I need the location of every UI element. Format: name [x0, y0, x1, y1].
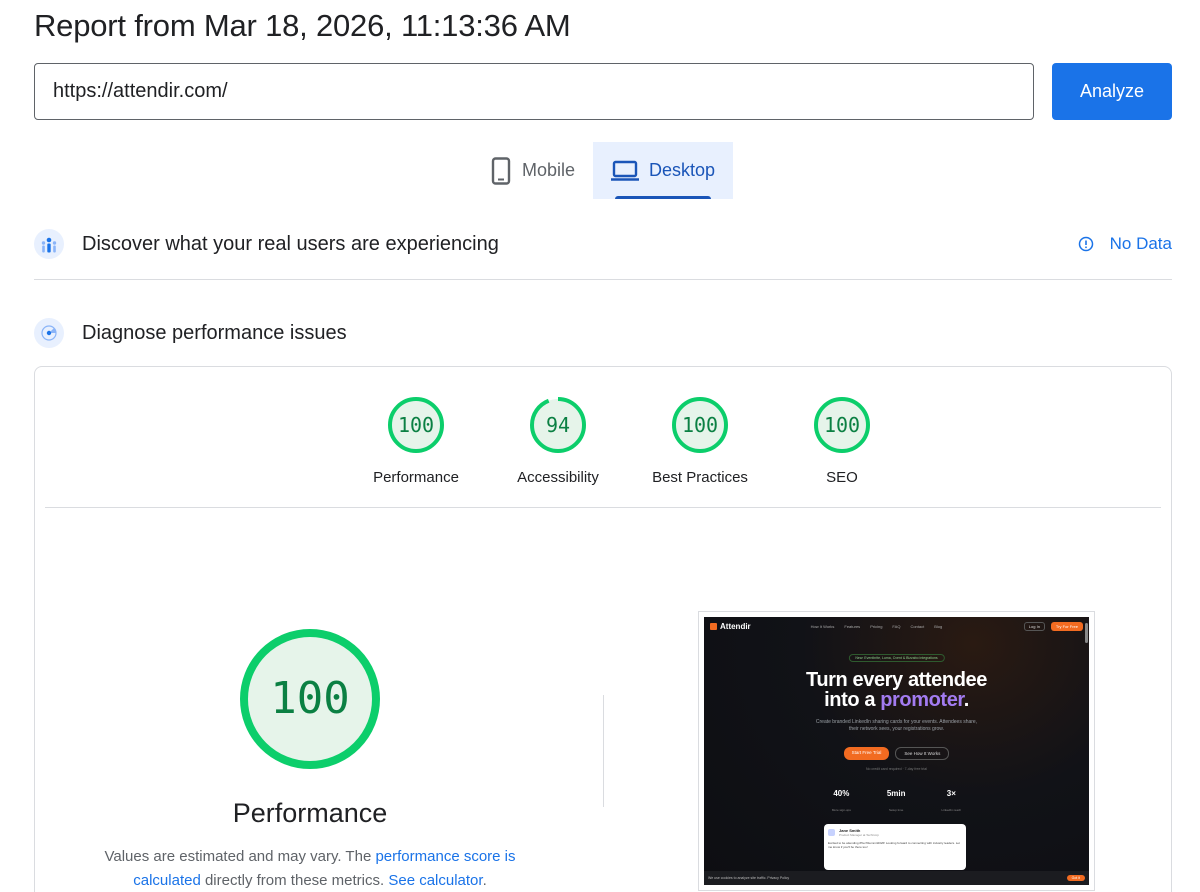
shot-stat: 3× LinkedIn reach	[942, 789, 962, 816]
shot-headline: Turn every attendee into a promoter.	[704, 670, 1089, 710]
lighthouse-icon	[34, 318, 64, 348]
shot-stat-label: LinkedIn reach	[941, 808, 962, 812]
gauge-best-practices-label: Best Practices	[652, 469, 748, 486]
gauge-best-practices-score: 100	[682, 413, 718, 437]
users-chart-icon	[34, 229, 64, 259]
gauge-accessibility-score: 94	[546, 413, 570, 437]
shot-login: Log In	[1023, 621, 1045, 631]
gauge-best-practices[interactable]: 100 Best Practices	[629, 395, 771, 486]
shot-try: Try For Free	[1050, 621, 1083, 631]
shot-post-text: Excited to be attending #TechSummit2026!…	[828, 841, 960, 849]
gauge-seo-score: 100	[824, 413, 860, 437]
tab-desktop[interactable]: Desktop	[593, 142, 734, 199]
shot-headline-b: .	[963, 689, 970, 711]
see-calculator-link[interactable]: See calculator	[388, 872, 482, 889]
shot-navlinks: How It Works Features Pricing FAQ Contac…	[811, 624, 943, 629]
shot-stat-value: 40%	[833, 789, 850, 798]
performance-description: Values are estimated and may vary. The p…	[100, 845, 520, 892]
gauge-best-practices-ring: 100	[672, 397, 728, 453]
shot-headline-line2: into a promoter.	[704, 690, 1089, 710]
shot-scrollbar	[1085, 623, 1088, 643]
gauge-seo-label: SEO	[826, 469, 858, 486]
vertical-divider	[603, 695, 604, 807]
diagnose-section-header: Diagnose performance issues	[34, 318, 1172, 348]
device-tabs: Mobile Desktop	[472, 142, 734, 199]
tab-mobile[interactable]: Mobile	[472, 142, 593, 199]
shot-navlink: Features	[844, 623, 861, 629]
gauge-performance-ring: 100	[388, 397, 444, 453]
shot-cta-primary: Start Free Trial	[843, 747, 890, 760]
shot-avatar	[828, 829, 835, 836]
gauge-accessibility[interactable]: 94 Accessibility	[487, 395, 629, 486]
shot-cookie-button: Got it	[1066, 875, 1085, 881]
laptop-icon	[611, 160, 640, 182]
shot-stat: 5min Setup time	[887, 789, 906, 816]
shot-sub: Create branded LinkedIn sharing cards fo…	[704, 719, 1089, 733]
score-gauges: 100 Performance 94 Accessibility 100 Bes…	[345, 395, 913, 486]
gauge-accessibility-ring: 94	[530, 397, 586, 453]
shot-cta-secondary: See How It Works	[895, 747, 950, 760]
shot-linkedin-card: Jane Smith Product Manager at TechCorp E…	[824, 824, 966, 870]
section-divider	[34, 279, 1172, 280]
gauge-accessibility-label: Accessibility	[517, 469, 599, 486]
tab-mobile-label: Mobile	[522, 160, 576, 180]
no-data-indicator[interactable]: No Data	[1078, 234, 1172, 254]
desc-middle: directly from these metrics.	[200, 872, 389, 889]
desc-suffix: .	[482, 872, 487, 889]
final-screenshot[interactable]: Attendir How It Works Features Pricing F…	[698, 611, 1095, 891]
shot-sub-line1: Create branded LinkedIn sharing cards fo…	[815, 719, 978, 725]
tab-desktop-label: Desktop	[649, 160, 716, 180]
shot-brand: Attendir	[720, 621, 751, 631]
shot-navlink: Contact	[910, 623, 925, 629]
shot-navlink: FAQ	[892, 623, 901, 629]
shot-post-header: Jane Smith Product Manager at TechCorp	[828, 828, 962, 837]
shot-post-role: Product Manager at TechCorp	[839, 833, 879, 837]
shot-nav: Attendir How It Works Features Pricing F…	[704, 617, 1089, 635]
no-data-label: No Data	[1109, 234, 1172, 253]
gauge-performance-score: 100	[398, 413, 434, 437]
performance-big-gauge: 100	[240, 629, 380, 769]
shot-headline-accent: promoter	[880, 689, 964, 711]
gauge-performance-label: Performance	[373, 469, 459, 486]
shot-stat: 40% More sign-ups	[832, 789, 851, 816]
shot-ctas: Start Free Trial See How It Works	[704, 747, 1089, 760]
shot-headline-line1: Turn every attendee	[806, 669, 987, 691]
performance-big-score: 100	[270, 673, 349, 724]
crux-section-header: Discover what your real users are experi…	[34, 229, 1172, 259]
shot-sub-line2: their network sees, your registrations g…	[848, 726, 945, 732]
gauge-performance[interactable]: 100 Performance	[345, 395, 487, 486]
shot-pill: New: Eventbrite, Luma, Cvent & Bizzabo i…	[848, 654, 945, 662]
analyze-button[interactable]: Analyze	[1052, 63, 1172, 120]
shot-note: No credit card required · 7-day free tri…	[865, 767, 928, 771]
shot-cookie-text: We use cookies to analyze site traffic. …	[708, 876, 790, 880]
shot-cookie-bar: We use cookies to analyze site traffic. …	[704, 871, 1089, 885]
card-divider	[45, 507, 1161, 508]
desc-prefix: Values are estimated and may vary. The	[104, 848, 376, 865]
shot-navlink: Pricing	[870, 623, 883, 629]
diagnose-title: Diagnose performance issues	[82, 321, 347, 344]
attendir-logo-icon	[710, 622, 717, 630]
phone-icon	[490, 156, 512, 185]
shot-post-meta: Jane Smith Product Manager at TechCorp	[839, 828, 879, 837]
shot-stat-label: Setup time	[888, 808, 904, 812]
url-input[interactable]	[34, 63, 1034, 120]
info-icon	[1078, 236, 1094, 252]
gauge-seo-ring: 100	[814, 397, 870, 453]
report-title: Report from Mar 18, 2026, 11:13:36 AM	[34, 8, 571, 43]
gauge-seo[interactable]: 100 SEO	[771, 395, 913, 486]
crux-title: Discover what your real users are experi…	[82, 232, 499, 255]
shot-headline-a: into a	[824, 689, 881, 711]
screenshot-page: Attendir How It Works Features Pricing F…	[704, 617, 1089, 885]
shot-stats: 40% More sign-ups 5min Setup time 3× Linked…	[704, 789, 1089, 816]
shot-logo: Attendir	[710, 622, 751, 631]
performance-big-label: Performance	[232, 798, 388, 828]
shot-stat-value: 3×	[946, 789, 956, 798]
shot-stat-value: 5min	[886, 789, 906, 798]
shot-navlink: How It Works	[810, 623, 835, 629]
shot-stat-label: More sign-ups	[831, 808, 851, 812]
shot-navlink: Blog	[934, 623, 943, 629]
